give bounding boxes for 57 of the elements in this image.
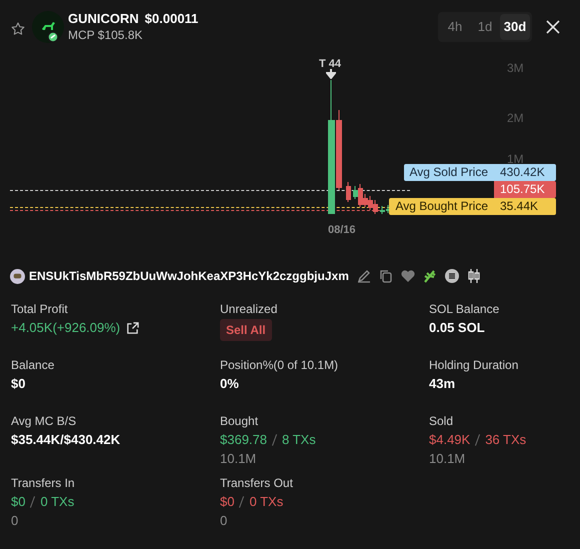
axis-label: 2M [507, 110, 524, 127]
heart-icon[interactable] [400, 268, 416, 284]
stat-label: Total Profit [11, 301, 69, 318]
stat-tx-count: 0 TXs [249, 493, 284, 511]
external-link-icon[interactable] [126, 322, 140, 334]
stat-label: Sold [429, 413, 454, 430]
trade-marker-label: T 44 [319, 57, 342, 72]
token-name: GUNICORN [68, 11, 139, 27]
arrow-down-icon [326, 69, 336, 79]
candles-icon[interactable] [466, 268, 482, 284]
star-icon[interactable] [10, 21, 26, 37]
price-tag-value: 35.44K [494, 198, 556, 215]
stat-value: 0% [220, 375, 240, 393]
stat-value: +4.05K(+926.09%) [11, 319, 120, 337]
stat-label: SOL Balance [429, 301, 500, 318]
axis-label: 08/16 [328, 223, 356, 238]
token-price: $0.00011 [144, 11, 198, 27]
stat-subvalue: 0 [11, 512, 20, 530]
stat-label: Transfers In [11, 475, 76, 492]
stat-amount: $0 [11, 493, 26, 511]
stat-amount: $0 [220, 493, 234, 511]
stat-tx-count: 36 TXs [485, 431, 526, 449]
market-cap: MCP $105.8K [68, 27, 144, 43]
close-icon[interactable] [546, 20, 560, 34]
range-tab[interactable]: 30d [500, 14, 530, 40]
stat-value: 43m [429, 375, 456, 393]
copy-icon[interactable] [378, 268, 394, 284]
stat-value: $0 [11, 375, 26, 393]
stat-label: Avg MC B/S [11, 413, 78, 430]
edit-icon[interactable] [356, 268, 372, 284]
stat-amount: $4.49K [429, 431, 470, 449]
stat-value: 0.05 SOL [429, 319, 486, 337]
stat-value: $35.44K/$430.42K [11, 431, 122, 449]
sell-all-button[interactable]: Sell All [220, 319, 272, 341]
stat-subvalue: 10.1M [429, 450, 466, 468]
price-tag-value: 105.75K [494, 181, 556, 198]
coin-icon[interactable] [444, 268, 460, 284]
stat-label: Bought [220, 413, 260, 430]
token-avatar-icon [32, 11, 64, 43]
stat-label: Balance [11, 357, 56, 374]
stat-label: Position%(0 of 10.1M) [220, 357, 340, 374]
stat-label: Unrealized [220, 301, 278, 318]
stat-subvalue: 0 [220, 512, 228, 530]
wallet-avatar-icon [10, 268, 25, 284]
stat-label: Transfers Out [220, 475, 294, 492]
price-tag-value: 430.42K [494, 164, 556, 181]
range-tab[interactable]: 1d [470, 14, 500, 40]
stat-tx-count: 0 TXs [40, 493, 74, 511]
price-tag-label: Avg Bought Price [389, 198, 494, 215]
price-tag-label: Avg Sold Price [404, 164, 494, 181]
range-tab[interactable]: 4h [440, 14, 470, 40]
stat-tx-count: 8 TXs [282, 431, 316, 449]
stat-subvalue: 10.1M [220, 450, 258, 468]
stat-amount: $369.78 [220, 431, 267, 449]
wallet-address: ENSUkTisMbR59ZbUuWwJohKeaXP3HcYk2czggbjuJxm [29, 268, 349, 285]
stat-label: Holding Duration [429, 357, 520, 374]
axis-label: 3M [507, 60, 524, 77]
